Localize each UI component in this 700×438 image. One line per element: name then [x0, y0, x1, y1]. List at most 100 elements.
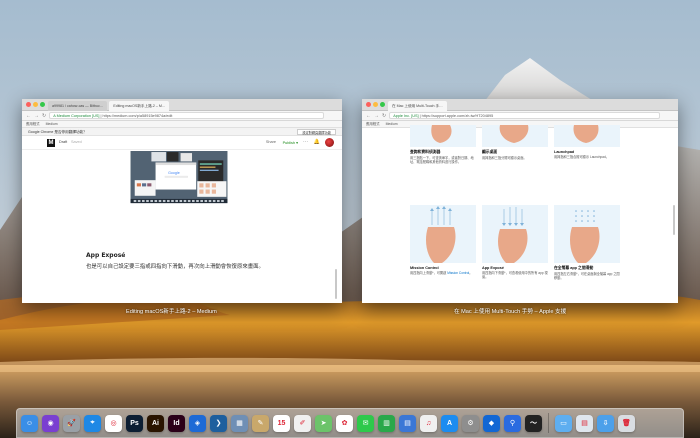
secure-origin-label: Apple Inc. [US] [393, 114, 419, 118]
left-window-caption: Editing macOS新手上路-2 – Medium [126, 309, 217, 315]
card-description: 用拇指和三指分開可顯示桌面。 [482, 156, 527, 160]
translate-settings-button[interactable]: 設定對網頁翻譯功能 [297, 129, 336, 135]
trash-icon[interactable]: 🗑 [618, 414, 635, 432]
documents-icon[interactable]: ▤ [576, 414, 593, 432]
tab-strip: 在 Mac 上使用 Multi-Touch 手… [362, 99, 678, 111]
gesture-card-mission-control: Mission Control 用四指向上滑動*，可開啟 Mission Con… [410, 205, 476, 275]
card-description: 用四指向上滑動*，可開啟 Mission Control。 [410, 271, 476, 275]
vscode-icon[interactable]: ❯ [210, 414, 227, 432]
calendar-icon[interactable]: 15 [273, 414, 290, 432]
messages-icon[interactable]: ✉ [357, 414, 374, 432]
folder-icon[interactable]: ▭ [555, 414, 572, 432]
translate-prompt: Google Chrome 是否停用翻譯功能？ [28, 130, 87, 134]
user-avatar[interactable] [325, 138, 334, 147]
gesture-card-lookup: 查詢和資料偵測器 用三指點一下，可查詢單字，或者對日期、地址、電話號碼和其他資料… [410, 125, 476, 165]
system-preferences-icon[interactable]: ⚙ [462, 414, 479, 432]
zoom-window-button[interactable] [380, 102, 385, 107]
back-arrow-icon[interactable]: ← [366, 111, 371, 121]
close-window-button[interactable] [26, 102, 31, 107]
card-title: 在全螢幕 app 之間滑動 [554, 266, 594, 270]
indesign-icon[interactable]: Id [168, 414, 185, 432]
tab-medium-editing[interactable]: Editing macOS新手上路-2 – M… [109, 101, 170, 111]
bookmark-apps[interactable]: 應用程式 [366, 121, 380, 127]
chrome-icon[interactable]: ◎ [105, 414, 122, 432]
forward-arrow-icon[interactable]: → [374, 111, 379, 121]
article-screenshot-app-expose: Google [130, 151, 228, 204]
card-description-tail: 。 [469, 271, 473, 275]
reload-icon[interactable]: ↻ [42, 111, 46, 121]
secure-origin-label: A Medium Corporation [US] [53, 114, 100, 118]
page-scrollbar[interactable] [673, 205, 675, 235]
article-paragraph: 也是可以自己設定要三指或四指向下滑動，再次向上滑動會恢復原來畫面。 [86, 264, 264, 270]
maps-icon[interactable]: ➤ [315, 414, 332, 432]
page-scrollbar[interactable] [335, 269, 337, 299]
keynote-icon[interactable]: ▤ [399, 414, 416, 432]
illustrator-icon[interactable]: Ai [147, 414, 164, 432]
url-field[interactable]: Apple Inc. [US] | https://support.apple.… [389, 112, 660, 119]
bookmarks-bar: 應用程式 Medium [22, 121, 342, 128]
window-controls [26, 102, 45, 107]
minimize-window-button[interactable] [33, 102, 38, 107]
card-description: 用三指點一下，可查詢單字，或者對日期、地址、電話號碼和其他資料進行操作。 [410, 156, 474, 165]
card-description: 用四指左右滑動*，可在桌面與全螢幕 app 之間移動。 [554, 272, 620, 281]
photos-icon[interactable]: ✿ [336, 414, 353, 432]
more-options-icon[interactable]: ··· [303, 139, 308, 145]
google-maps-icon[interactable]: ⚲ [504, 414, 521, 432]
bookmark-medium[interactable]: Medium [46, 121, 58, 127]
card-title: Launchpad [554, 150, 575, 154]
draft-label: Draft [59, 140, 68, 144]
safari-icon[interactable]: ⌖ [84, 414, 101, 432]
finder-icon[interactable]: ☺ [21, 414, 38, 432]
gesture-card-launchpad: Launchpad 用拇指和三指合攏可顯示 Launchpad。 [554, 125, 620, 159]
trackpad-illustration [482, 125, 548, 147]
card-description-text: 用四指向上滑動*，可開啟 [410, 271, 447, 275]
downloads-icon[interactable]: ⇩ [597, 414, 614, 432]
card-title: App Exposé [482, 266, 504, 270]
gesture-card-fullscreen-swipe: 在全螢幕 app 之間滑動 用四指左右滑動*，可在桌面與全螢幕 app 之間移動… [554, 205, 620, 281]
svg-text:Google: Google [168, 171, 180, 175]
url-text: https://support.apple.com/zh-tw/HT204895 [421, 114, 494, 118]
medium-logo-icon[interactable]: M [47, 139, 55, 147]
trackpad-illustration [410, 125, 476, 147]
bookmark-medium[interactable]: Medium [386, 121, 398, 127]
reload-icon[interactable]: ↻ [382, 111, 386, 121]
appstore-icon[interactable]: A [441, 414, 458, 432]
trackpad-illustration [410, 205, 476, 263]
tab-strip: a99981 / cahow-cas — Bitbuc… Editing mac… [22, 99, 342, 111]
numbers-icon[interactable]: ▥ [378, 414, 395, 432]
address-bar: ← → ↻ Apple Inc. [US] | https://support.… [362, 111, 678, 121]
apple-support-page: 查詢和資料偵測器 用三指點一下，可查詢單字，或者對日期、地址、電話號碼和其他資料… [362, 125, 678, 303]
chrome-window-medium[interactable]: a99981 / cahow-cas — Bitbuc… Editing mac… [22, 99, 342, 303]
close-window-button[interactable] [366, 102, 371, 107]
minimize-window-button[interactable] [373, 102, 378, 107]
tab-bitbucket[interactable]: a99981 / cahow-cas — Bitbuc… [48, 101, 108, 111]
mission-control-link[interactable]: Mission Control [447, 271, 469, 275]
address-bar: ← → ↻ A Medium Corporation [US] | https:… [22, 111, 342, 121]
share-button[interactable]: Share [266, 140, 276, 144]
tab-apple-multitouch[interactable]: 在 Mac 上使用 Multi-Touch 手… [388, 101, 447, 111]
launchpad-icon[interactable]: 🚀 [63, 414, 80, 432]
photoshop-icon[interactable]: Ps [126, 414, 143, 432]
trackpad-illustration [554, 205, 620, 263]
translate-infobar: Google Chrome 是否停用翻譯功能？ 設定對網頁翻譯功能 [22, 128, 342, 136]
card-title: 顯示桌面 [482, 150, 498, 154]
forward-arrow-icon[interactable]: → [34, 111, 39, 121]
url-field[interactable]: A Medium Corporation [US] | https://medi… [49, 112, 324, 119]
publish-button[interactable]: Publish ▾ [283, 140, 298, 145]
card-title: 查詢和資料偵測器 [410, 150, 441, 154]
sourcetree-icon[interactable]: ◈ [189, 414, 206, 432]
notifications-bell-icon[interactable]: 🔔 [314, 139, 320, 145]
gesture-card-app-expose: App Exposé 用四指向下滑動*，可查看使用中的所有 app 視窗。 [482, 205, 548, 280]
sketch-icon[interactable]: ◆ [483, 414, 500, 432]
back-arrow-icon[interactable]: ← [26, 111, 31, 121]
chrome-window-apple-support[interactable]: 在 Mac 上使用 Multi-Touch 手… ← → ↻ Apple Inc… [362, 99, 678, 303]
siri-icon[interactable]: ◉ [42, 414, 59, 432]
notes-icon[interactable]: ✎ [252, 414, 269, 432]
itunes-icon[interactable]: ♫ [420, 414, 437, 432]
activity-monitor-icon[interactable]: 〜 [525, 414, 542, 432]
textedit-icon[interactable]: ✐ [294, 414, 311, 432]
zoom-window-button[interactable] [40, 102, 45, 107]
trackpad-illustration [482, 205, 548, 263]
preview-icon[interactable]: ▦ [231, 414, 248, 432]
bookmark-apps[interactable]: 應用程式 [26, 121, 40, 127]
